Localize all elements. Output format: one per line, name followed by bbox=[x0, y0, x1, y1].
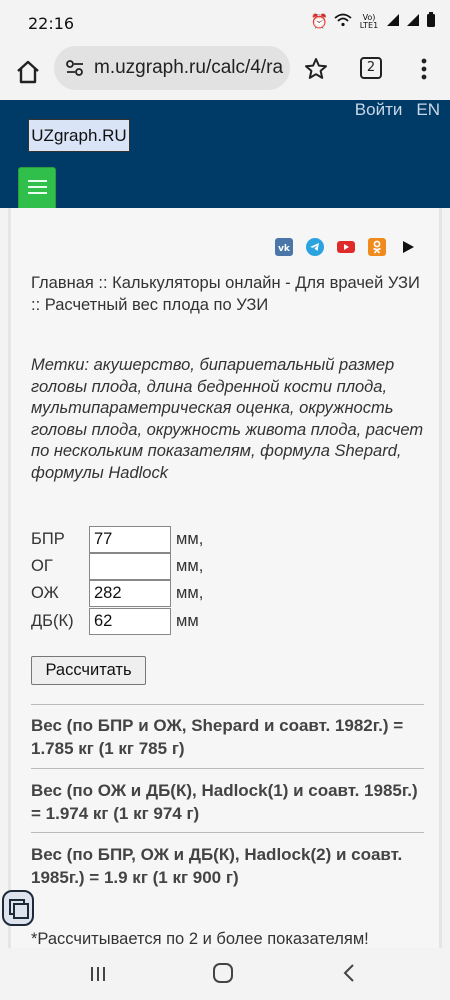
form-row-db: ДБ(К) мм bbox=[31, 608, 199, 635]
address-bar[interactable]: m.uzgraph.ru/calc/4/ra bbox=[54, 46, 290, 90]
status-bar: 22:16 ⏰ Vo) LTE1 bbox=[0, 0, 450, 46]
status-icons: ⏰ Vo) LTE1 bbox=[311, 12, 436, 32]
wifi-icon bbox=[334, 13, 352, 31]
header-links: Войти EN bbox=[355, 100, 440, 120]
ozh-input[interactable] bbox=[89, 580, 171, 607]
form-row-bpr: БПР мм, bbox=[31, 526, 203, 553]
social-links: vk bbox=[275, 238, 417, 256]
og-input[interactable] bbox=[89, 553, 171, 580]
battery-icon bbox=[426, 12, 436, 32]
footnote: *Рассчитывается по 2 и более показателям… bbox=[31, 930, 369, 948]
field-label: ДБ(К) bbox=[31, 612, 74, 630]
tags-text: Метки: акушерство, бипариетальный размер… bbox=[31, 356, 424, 482]
network-type-label: Vo) LTE1 bbox=[359, 13, 379, 30]
unit-label: мм, bbox=[176, 584, 204, 602]
site-header: Войти EN UZgraph.RU bbox=[0, 100, 450, 210]
unit-label: мм, bbox=[176, 530, 204, 548]
divider bbox=[31, 704, 424, 705]
svg-text:vk: vk bbox=[278, 244, 291, 254]
hamburger-menu-icon[interactable] bbox=[18, 167, 56, 210]
odnoklassniki-icon[interactable] bbox=[368, 238, 386, 256]
signal-icon-2 bbox=[406, 13, 420, 31]
youtube-icon[interactable] bbox=[337, 238, 355, 256]
browser-toolbar: m.uzgraph.ru/calc/4/ra 2 bbox=[0, 46, 450, 100]
divider bbox=[31, 832, 424, 833]
field-label: ОГ bbox=[31, 557, 53, 575]
bookmark-star-icon[interactable] bbox=[303, 56, 329, 82]
recent-apps-icon[interactable] bbox=[90, 966, 106, 982]
back-icon[interactable] bbox=[342, 964, 356, 982]
calculate-button[interactable]: Рассчитать bbox=[31, 656, 146, 685]
field-label: ОЖ bbox=[31, 584, 59, 602]
play-icon[interactable] bbox=[399, 238, 417, 256]
login-link[interactable]: Войти bbox=[355, 100, 403, 120]
breadcrumb[interactable]: Главная :: Калькуляторы онлайн - Для вра… bbox=[31, 272, 431, 316]
language-link[interactable]: EN bbox=[416, 100, 440, 120]
url-text: m.uzgraph.ru/calc/4/ra bbox=[94, 57, 284, 78]
unit-label: мм bbox=[176, 612, 199, 630]
result-shepard: Вес (по БПР и ОЖ, Shepard и соавт. 1982г… bbox=[31, 716, 404, 758]
form-row-og: ОГ мм, bbox=[31, 553, 203, 580]
main-content: vk Главная :: Калькуляторы онлайн - Для … bbox=[8, 208, 442, 948]
result-hadlock-2: Вес (по БПР, ОЖ и ДБ(К), Hadlock(2) и со… bbox=[31, 845, 403, 887]
system-nav-bar bbox=[0, 948, 450, 1000]
form-row-ozh: ОЖ мм, bbox=[31, 580, 203, 607]
divider bbox=[31, 768, 424, 769]
field-label: БПР bbox=[31, 530, 65, 548]
more-menu-icon[interactable] bbox=[419, 56, 429, 82]
site-logo[interactable]: UZgraph.RU bbox=[28, 119, 130, 152]
home-icon[interactable] bbox=[14, 58, 42, 86]
telegram-icon[interactable] bbox=[306, 238, 324, 256]
result-hadlock-1: Вес (по ОЖ и ДБ(К), Hadlock(1) и соавт. … bbox=[31, 781, 418, 823]
status-time: 22:16 bbox=[28, 14, 75, 33]
home-nav-icon[interactable] bbox=[213, 963, 233, 983]
signal-icon bbox=[386, 13, 400, 31]
vk-icon[interactable]: vk bbox=[275, 238, 293, 256]
tab-switcher-button[interactable]: 2 bbox=[360, 57, 382, 79]
bpr-input[interactable] bbox=[89, 526, 171, 553]
site-settings-icon[interactable] bbox=[64, 57, 86, 79]
db-input[interactable] bbox=[89, 608, 171, 635]
floating-window-icon[interactable] bbox=[2, 890, 34, 926]
unit-label: мм, bbox=[176, 557, 204, 575]
alarm-icon: ⏰ bbox=[310, 14, 328, 30]
